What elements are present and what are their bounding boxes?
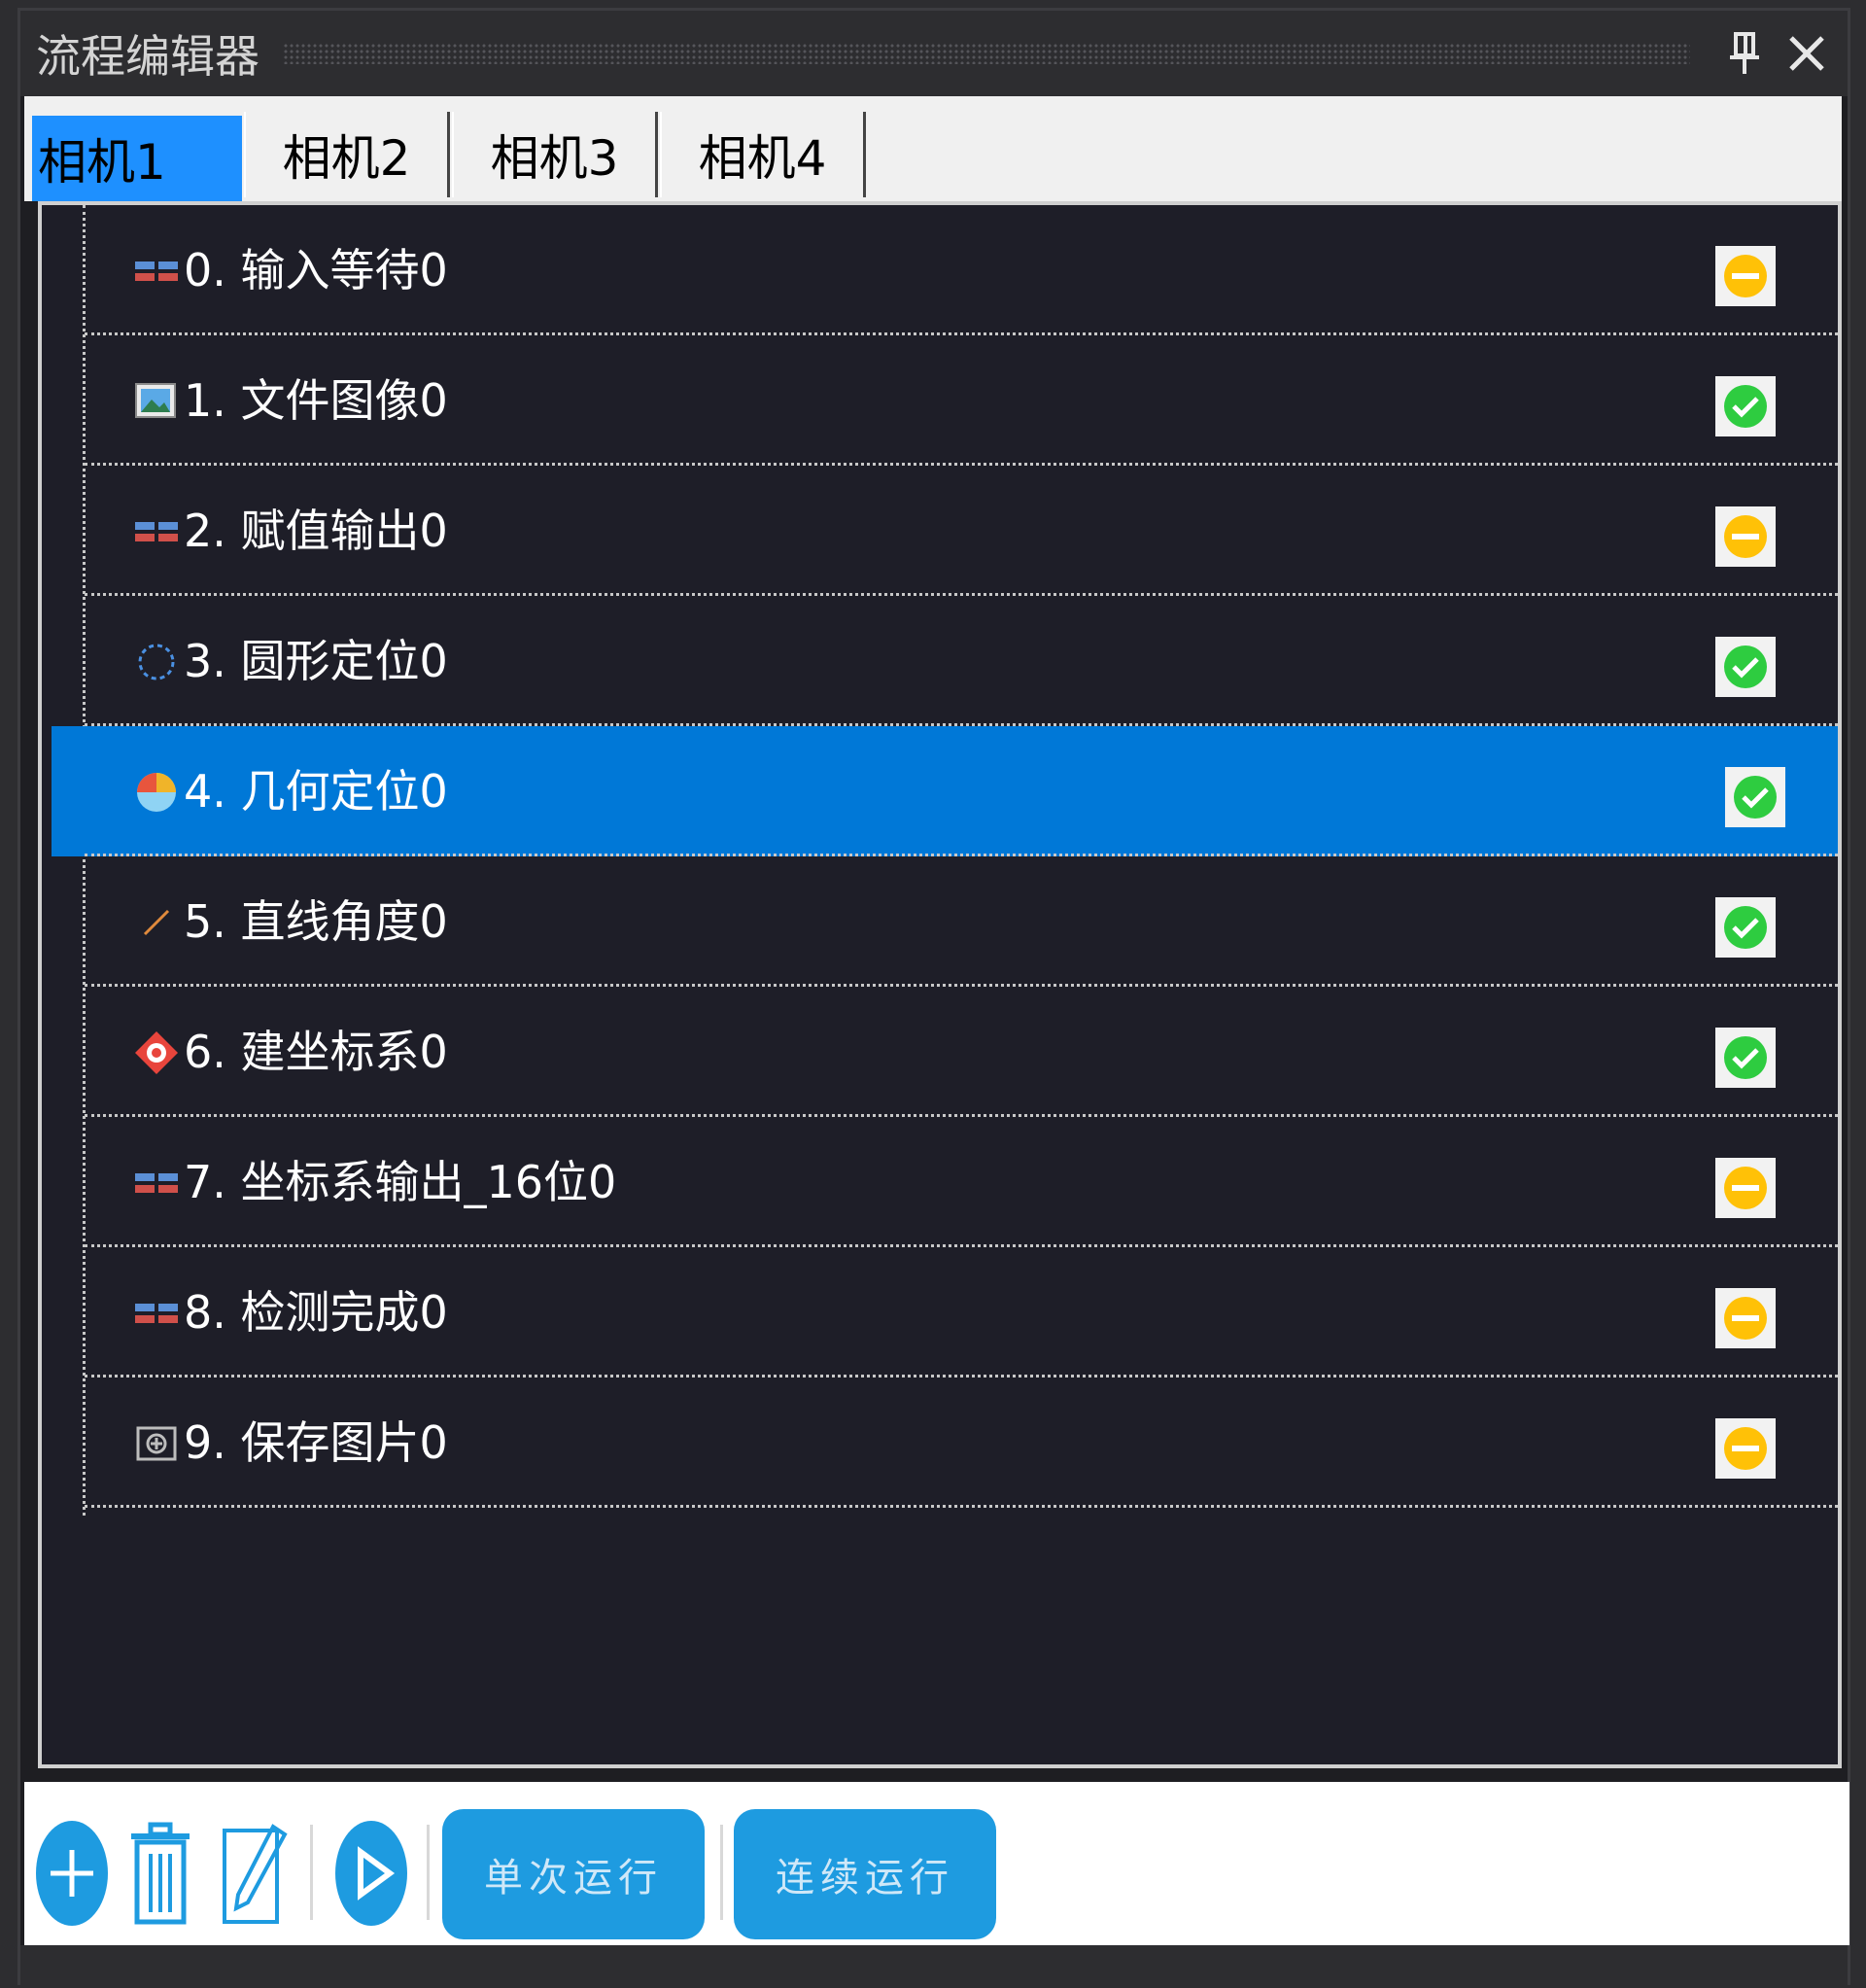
flow-step-row[interactable]: 2. 赋值输出0 <box>42 466 1838 596</box>
flow-step-label: 1. 文件图像0 <box>184 374 448 427</box>
tab-camera-4[interactable]: 相机4 <box>660 112 866 197</box>
tab-camera-3[interactable]: 相机3 <box>452 112 658 197</box>
io-blocks-icon <box>133 1164 180 1203</box>
io-blocks-icon <box>133 252 180 291</box>
dashed-circle-icon <box>133 643 180 681</box>
status-strip <box>20 1945 1848 1988</box>
flow-step-label: 9. 保存图片0 <box>184 1416 448 1469</box>
pie-chart-icon <box>133 773 180 812</box>
flow-step-row[interactable]: 4. 几何定位0 <box>52 726 1838 856</box>
ok-status-icon <box>1734 776 1777 819</box>
edit-step-button[interactable] <box>221 1819 289 1928</box>
ok-status-icon <box>1724 906 1767 949</box>
status-badge <box>1715 376 1776 436</box>
title-grip[interactable] <box>283 43 1690 64</box>
edit-icon <box>223 1824 288 1924</box>
flow-step-row[interactable]: 8. 检测完成0 <box>42 1247 1838 1378</box>
play-button[interactable] <box>333 1819 409 1928</box>
flow-step-row[interactable]: 5. 直线角度0 <box>42 856 1838 987</box>
ok-status-icon <box>1724 385 1767 428</box>
status-badge <box>1715 1288 1776 1348</box>
status-badge <box>1715 637 1776 697</box>
flow-step-label: 6. 建坐标系0 <box>184 1026 448 1078</box>
flow-step-row[interactable]: 3. 圆形定位0 <box>42 596 1838 726</box>
status-badge <box>1715 1028 1776 1088</box>
ok-status-icon <box>1724 1036 1767 1079</box>
tab-label: 相机2 <box>282 130 411 187</box>
flow-step-label: 7. 坐标系输出_16位0 <box>184 1156 617 1208</box>
pending-status-icon <box>1724 255 1767 297</box>
flow-step-label: 5. 直线角度0 <box>184 895 448 948</box>
flow-step-row[interactable]: 6. 建坐标系0 <box>42 987 1838 1117</box>
close-button[interactable] <box>1776 22 1838 85</box>
coordinate-target-icon <box>133 1031 180 1074</box>
trash-icon <box>131 1822 190 1925</box>
tab-camera-2[interactable]: 相机2 <box>244 112 450 197</box>
pin-button[interactable] <box>1713 22 1776 85</box>
flow-toolbar: 单次运行 连续运行 <box>24 1782 1849 1945</box>
pending-status-icon <box>1724 1297 1767 1340</box>
status-badge <box>1715 246 1776 306</box>
flow-tree: 0. 输入等待0 1. 文件图像0 2. 赋值输出0 3. 圆形定位0 4. 几… <box>38 201 1842 1768</box>
delete-step-button[interactable] <box>129 1819 191 1928</box>
ok-status-icon <box>1724 645 1767 688</box>
flow-step-label: 3. 圆形定位0 <box>184 635 448 687</box>
status-badge <box>1715 897 1776 958</box>
flow-step-label: 4. 几何定位0 <box>184 765 448 818</box>
flow-step-row[interactable]: 9. 保存图片0 <box>42 1378 1838 1508</box>
plus-icon <box>36 1821 108 1926</box>
flow-step-row[interactable]: 1. 文件图像0 <box>42 335 1838 466</box>
flow-step-row[interactable]: 0. 输入等待0 <box>42 205 1838 335</box>
status-badge <box>1725 767 1785 827</box>
status-badge <box>1715 1158 1776 1218</box>
tab-camera-1[interactable]: 相机1 <box>32 116 242 201</box>
flow-step-label: 2. 赋值输出0 <box>184 505 448 557</box>
flow-step-label: 8. 检测完成0 <box>184 1286 448 1339</box>
play-icon <box>335 1821 407 1926</box>
add-step-button[interactable] <box>34 1819 110 1928</box>
line-angle-icon <box>133 903 180 942</box>
flow-step-label: 0. 输入等待0 <box>184 244 448 296</box>
flow-editor-panel: 流程编辑器 相机1 相机2 相机3 相机4 0. 输入等待0 1. 文件图像0 … <box>17 8 1850 1988</box>
title-bar: 流程编辑器 <box>20 11 1848 96</box>
pin-icon <box>1730 32 1759 74</box>
continuous-run-button[interactable]: 连续运行 <box>734 1809 996 1939</box>
pending-status-icon <box>1724 515 1767 558</box>
tab-label: 相机4 <box>698 130 827 187</box>
io-blocks-icon <box>133 512 180 551</box>
toolbar-separator <box>310 1825 313 1920</box>
status-badge <box>1715 506 1776 567</box>
panel-title: 流程编辑器 <box>36 30 259 83</box>
image-file-icon <box>133 382 180 421</box>
close-icon <box>1789 36 1824 71</box>
pending-status-icon <box>1724 1427 1767 1470</box>
flow-step-row[interactable]: 7. 坐标系输出_16位0 <box>42 1117 1838 1247</box>
toolbar-separator <box>720 1825 723 1920</box>
tab-label: 相机1 <box>38 134 166 191</box>
row-separator <box>85 1505 1838 1508</box>
io-blocks-icon <box>133 1294 180 1333</box>
single-run-button[interactable]: 单次运行 <box>442 1809 705 1939</box>
status-badge <box>1715 1418 1776 1479</box>
tab-label: 相机3 <box>490 130 619 187</box>
pending-status-icon <box>1724 1167 1767 1209</box>
toolbar-separator <box>427 1825 430 1920</box>
save-image-icon <box>133 1424 180 1463</box>
camera-tab-strip: 相机1 相机2 相机3 相机4 <box>24 96 1842 201</box>
